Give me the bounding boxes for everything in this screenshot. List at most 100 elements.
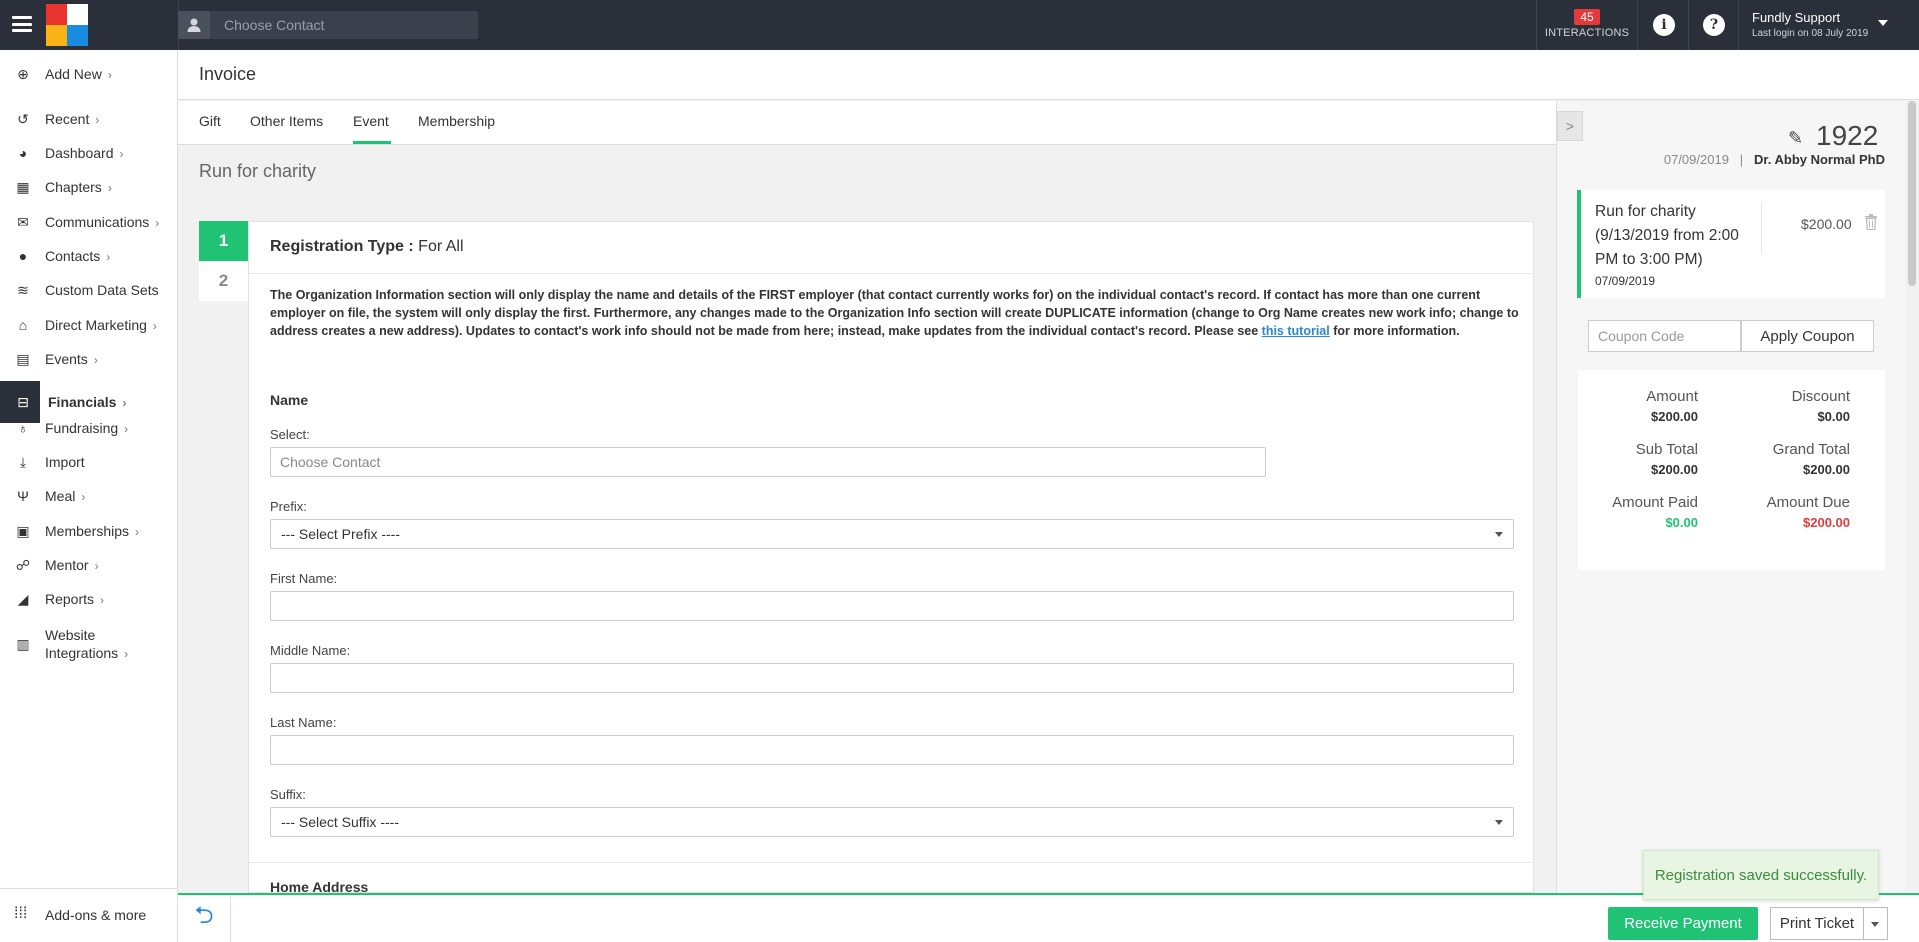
page-title: Invoice <box>199 64 257 84</box>
tab-other-items[interactable]: Other Items <box>250 113 323 129</box>
tab-event[interactable]: Event <box>353 113 389 129</box>
chevron-right-icon: › <box>135 525 140 539</box>
contact-search-input[interactable] <box>210 11 478 39</box>
sidebar-item-recent[interactable]: ↺ Recent › <box>0 107 178 131</box>
sidebar-item-communications[interactable]: ✉ Communications › <box>0 210 178 234</box>
suffix-select[interactable]: --- Select Suffix ---- <box>270 807 1514 837</box>
hamburger-menu-icon[interactable] <box>12 16 32 32</box>
sidebar-item-label: Fundraising › <box>45 419 128 438</box>
registration-steps: 1 2 <box>199 221 248 301</box>
sidebar-item-add-new[interactable]: ⊕ Add New › <box>0 62 178 86</box>
sidebar-item-chapters[interactable]: ▦ Chapters › <box>0 175 178 199</box>
addons-button[interactable]: ⁞⁞⁞ Add-ons & more <box>0 888 178 942</box>
info-icon[interactable]: i <box>1653 14 1675 36</box>
sidebar-item-events[interactable]: ▤ Events › <box>0 347 178 371</box>
sidebar-item-website-integrations[interactable]: ▥ Website Integrations › <box>0 622 178 666</box>
interactions-counter[interactable]: 45 INTERACTIONS <box>1537 0 1637 50</box>
sidebar-item-direct-marketing[interactable]: ⌂ Direct Marketing › <box>0 313 178 337</box>
grid-icon: ▦ <box>16 178 30 195</box>
event-title-bar: Run for charity <box>178 146 1556 198</box>
prefix-value: --- Select Prefix ---- <box>281 526 400 542</box>
choose-contact-input[interactable] <box>270 447 1266 477</box>
invoice-date: 07/09/2019 <box>1663 152 1729 167</box>
last-name-input[interactable] <box>270 735 1514 765</box>
sidebar-item-text: Dashboard <box>45 145 114 161</box>
sidebar-item-import[interactable]: ⤓ Import <box>0 450 178 474</box>
sidebar-item-reports[interactable]: ◢ Reports › <box>0 587 178 611</box>
chevron-right-icon: › <box>81 490 86 504</box>
scrollbar-thumb[interactable] <box>1908 101 1916 286</box>
grandtotal-total: Grand Total $200.00 <box>1730 441 1850 477</box>
chevron-right-icon: › <box>106 250 111 264</box>
envelope-icon: ✉ <box>17 213 29 230</box>
sidebar-item-text: Import <box>45 454 85 470</box>
subtotal-label: Sub Total <box>1635 441 1698 458</box>
chevron-right-icon: › <box>119 147 124 161</box>
sidebar-item-contacts[interactable]: ● Contacts › <box>0 244 178 268</box>
select-label: Select: <box>270 427 310 442</box>
sidebar-item-memberships[interactable]: ▣ Memberships › <box>0 519 178 543</box>
caret-down-icon <box>1495 532 1503 537</box>
sidebar-item-label: Memberships › <box>45 522 139 541</box>
tutorial-link[interactable]: this tutorial <box>1262 324 1330 338</box>
sidebar-item-mentor[interactable]: ☍ Mentor › <box>0 553 178 577</box>
sidebar-item-label: Contacts › <box>45 247 110 266</box>
invoice-contact[interactable]: Dr. Abby Normal PhD <box>1754 152 1885 167</box>
first-name-input[interactable] <box>270 591 1514 621</box>
meta-separator: | <box>1739 152 1744 167</box>
middle-name-input[interactable] <box>270 663 1514 693</box>
amount-paid-total: Amount Paid $0.00 <box>1578 494 1698 530</box>
app-logo[interactable] <box>46 4 88 46</box>
print-options-dropdown[interactable] <box>1864 907 1888 940</box>
amount-paid-label: Amount Paid <box>1612 494 1698 511</box>
sidebar-item-label: Dashboard › <box>45 144 124 163</box>
prefix-select[interactable]: --- Select Prefix ---- <box>270 519 1514 549</box>
chevron-right-icon: › <box>95 113 100 127</box>
line-item-divider <box>1761 202 1762 254</box>
history-icon: ↺ <box>17 110 29 127</box>
notice-text-end: for more information. <box>1329 324 1460 338</box>
step-2[interactable]: 2 <box>199 261 248 301</box>
help-icon[interactable]: ? <box>1703 14 1725 36</box>
trash-icon[interactable] <box>1864 214 1878 235</box>
chevron-right-icon: › <box>107 68 112 82</box>
last-login: Last login on 08 July 2019 <box>1752 28 1869 39</box>
sidebar-item-custom-data-sets[interactable]: ≋ Custom Data Sets <box>0 278 178 302</box>
chevron-right-icon: › <box>155 216 160 230</box>
tab-gift[interactable]: Gift <box>199 113 221 129</box>
invoice-number: 1922 <box>1816 120 1879 151</box>
registration-type-label: Registration Type : <box>270 238 414 255</box>
back-button[interactable]: ⮌ <box>178 895 231 942</box>
amount-due-label: Amount Due <box>1766 494 1850 511</box>
sidebar-item-text: Add New <box>45 66 102 82</box>
pencil-icon[interactable]: ✎ <box>1788 128 1803 149</box>
success-toast[interactable]: Registration saved successfully. <box>1643 850 1879 900</box>
addons-label: Add-ons & more <box>45 907 147 923</box>
sidebar-item-fundraising[interactable]: ♁ Fundraising › <box>0 416 178 440</box>
tab-membership[interactable]: Membership <box>418 113 495 129</box>
section-divider <box>249 862 1533 863</box>
receive-payment-button[interactable]: Receive Payment <box>1608 907 1758 940</box>
amount-value: $200.00 <box>1651 409 1698 424</box>
sidebar: ⊕ Add New › ↺ Recent › ◕ Dashboard › ▦ Chapters › ✉ C… <box>0 50 178 942</box>
user-icon: ● <box>18 248 28 264</box>
collapse-panel-button[interactable]: > <box>1557 111 1583 141</box>
id-card-icon: ▣ <box>16 522 30 539</box>
coupon-code-input[interactable] <box>1588 320 1741 352</box>
money-icon: ⊟ <box>17 393 29 410</box>
scrollbar[interactable] <box>1905 101 1919 893</box>
prefix-label: Prefix: <box>270 499 307 514</box>
sidebar-item-label: Financials › <box>48 393 126 412</box>
sidebar-item-label: Recent › <box>45 110 99 129</box>
last-name-label: Last Name: <box>270 715 337 730</box>
apply-coupon-button[interactable]: Apply Coupon <box>1741 320 1874 352</box>
sidebar-item-dashboard[interactable]: ◕ Dashboard › <box>0 141 178 165</box>
amount-label: Amount <box>1646 388 1698 405</box>
middle-name-label: Middle Name: <box>270 643 351 658</box>
caret-down-icon[interactable] <box>1878 20 1888 26</box>
step-1[interactable]: 1 <box>199 221 248 261</box>
sidebar-item-meal[interactable]: Ψ Meal › <box>0 484 178 508</box>
print-ticket-button[interactable]: Print Ticket <box>1770 907 1864 940</box>
bank-icon: ⌂ <box>18 317 28 333</box>
subtotal-value: $200.00 <box>1651 462 1698 477</box>
